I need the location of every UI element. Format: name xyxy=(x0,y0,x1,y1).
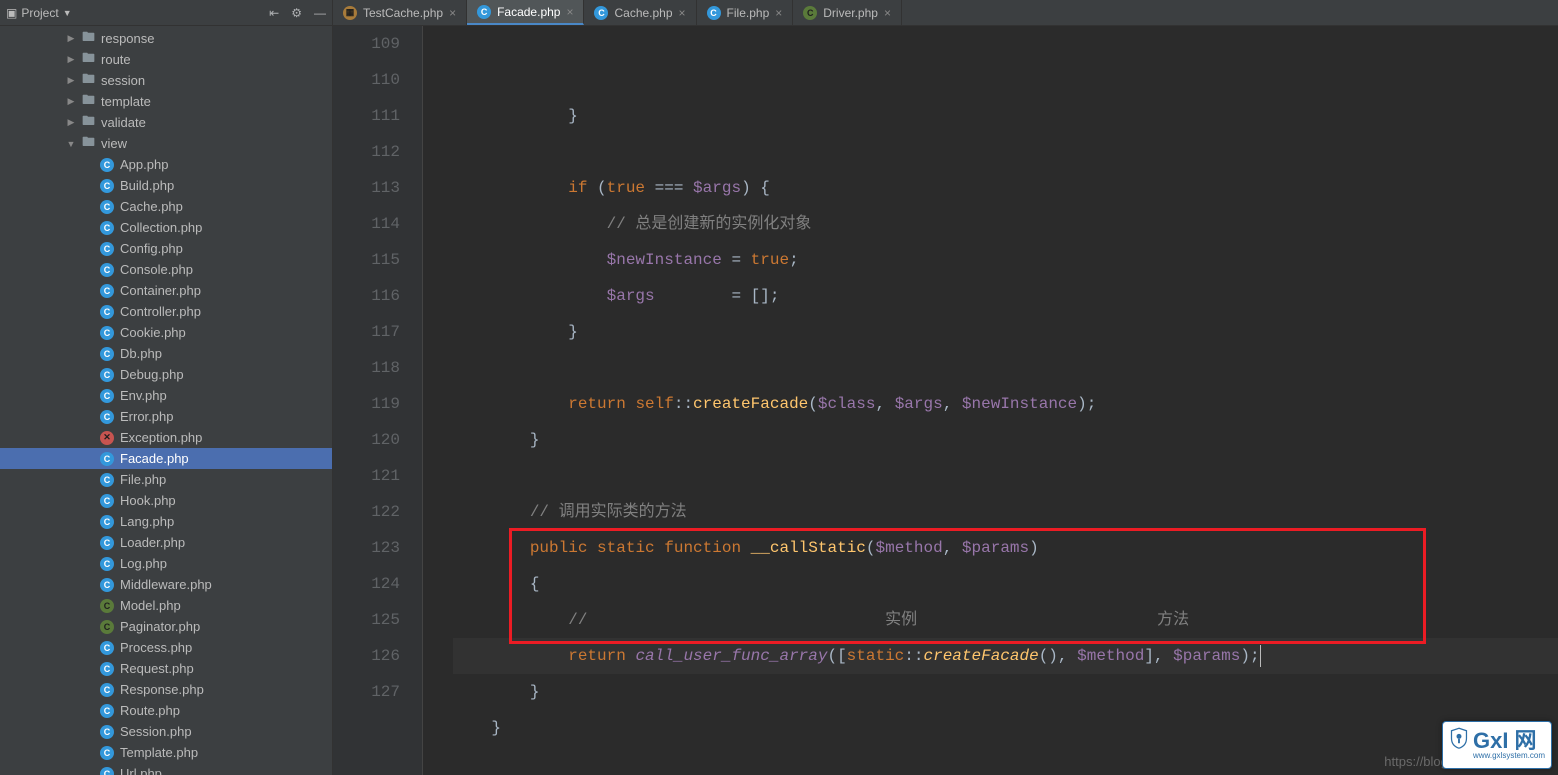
tab-Cache.php[interactable]: CCache.php× xyxy=(584,0,696,25)
code-line-118[interactable]: } xyxy=(453,422,1558,458)
close-icon[interactable]: × xyxy=(449,6,456,20)
tree-file-Debug.php[interactable]: CDebug.php xyxy=(0,364,332,385)
tree-file-Request.php[interactable]: CRequest.php xyxy=(0,658,332,679)
tree-file-Console.php[interactable]: CConsole.php xyxy=(0,259,332,280)
code-editor[interactable]: 1091101111121131141151161171181191201211… xyxy=(333,26,1558,775)
close-icon[interactable]: × xyxy=(775,6,782,20)
tree-file-Exception.php[interactable]: ✕Exception.php xyxy=(0,427,332,448)
tree-file-Hook.php[interactable]: CHook.php xyxy=(0,490,332,511)
tree-folder-route[interactable]: ▶🖿route xyxy=(0,49,332,70)
tree-file-Lang.php[interactable]: CLang.php xyxy=(0,511,332,532)
code-line-120[interactable]: // 调用实际类的方法 xyxy=(453,494,1558,530)
code-line-114[interactable]: $args = []; xyxy=(453,278,1558,314)
tab-Driver.php[interactable]: CDriver.php× xyxy=(793,0,902,25)
project-icon: ▣ xyxy=(6,6,17,20)
code-line-121[interactable]: public static function __callStatic($met… xyxy=(453,530,1558,566)
code-line-113[interactable]: $newInstance = true; xyxy=(453,242,1558,278)
tree-file-Url.php[interactable]: CUrl.php xyxy=(0,763,332,775)
code-line-126[interactable]: } xyxy=(453,710,1558,746)
tree-file-Middleware.php[interactable]: CMiddleware.php xyxy=(0,574,332,595)
code-line-111[interactable]: if (true === $args) { xyxy=(453,170,1558,206)
tree-file-Collection.php[interactable]: CCollection.php xyxy=(0,217,332,238)
tree-file-Loader.php[interactable]: CLoader.php xyxy=(0,532,332,553)
tab-Facade.php[interactable]: CFacade.php× xyxy=(467,0,584,25)
tab-File.php[interactable]: CFile.php× xyxy=(697,0,794,25)
shield-icon xyxy=(1449,727,1469,763)
tree-file-Controller.php[interactable]: CController.php xyxy=(0,301,332,322)
tree-file-Response.php[interactable]: CResponse.php xyxy=(0,679,332,700)
close-icon[interactable]: × xyxy=(884,6,891,20)
sidebar-header: ▣ Project ▼ ⇤ ⚙ — xyxy=(0,0,332,26)
tree-file-Process.php[interactable]: CProcess.php xyxy=(0,637,332,658)
tree-file-Paginator.php[interactable]: CPaginator.php xyxy=(0,616,332,637)
tree-folder-validate[interactable]: ▶🖿validate xyxy=(0,112,332,133)
site-logo: GxI 网 www.gxlsystem.com xyxy=(1442,721,1552,769)
tree-file-Template.php[interactable]: CTemplate.php xyxy=(0,742,332,763)
hide-icon[interactable]: — xyxy=(314,6,326,20)
tree-folder-session[interactable]: ▶🖿session xyxy=(0,70,332,91)
tree-folder-template[interactable]: ▶🖿template xyxy=(0,91,332,112)
logo-text-big: GxI 网 xyxy=(1473,730,1545,752)
editor-tabs: ▦TestCache.php×CFacade.php×CCache.php×CF… xyxy=(333,0,1558,26)
tree-file-App.php[interactable]: CApp.php xyxy=(0,154,332,175)
tree-file-Facade.php[interactable]: CFacade.php xyxy=(0,448,332,469)
tree-file-Db.php[interactable]: CDb.php xyxy=(0,343,332,364)
tree-file-Session.php[interactable]: CSession.php xyxy=(0,721,332,742)
code-line-125[interactable]: } xyxy=(453,674,1558,710)
tree-file-Container.php[interactable]: CContainer.php xyxy=(0,280,332,301)
code-line-122[interactable]: { xyxy=(453,566,1558,602)
sidebar-title: Project xyxy=(21,6,58,20)
tree-file-Build.php[interactable]: CBuild.php xyxy=(0,175,332,196)
tree-file-Route.php[interactable]: CRoute.php xyxy=(0,700,332,721)
tree-folder-view[interactable]: ▼🖿view xyxy=(0,133,332,154)
code-line-109[interactable]: } xyxy=(453,98,1558,134)
tree-file-Model.php[interactable]: CModel.php xyxy=(0,595,332,616)
project-sidebar: ▣ Project ▼ ⇤ ⚙ — ▶🖿response▶🖿route▶🖿ses… xyxy=(0,0,333,775)
code-line-112[interactable]: // 总是创建新的实例化对象 xyxy=(453,206,1558,242)
code-line-119[interactable] xyxy=(453,458,1558,494)
code-line-123[interactable]: // 实例 方法 xyxy=(453,602,1558,638)
code-line-110[interactable] xyxy=(453,134,1558,170)
close-icon[interactable]: × xyxy=(679,6,686,20)
code-content[interactable]: } if (true === $args) { // 总是创建新的实例化对象 $… xyxy=(423,26,1558,775)
tree-file-Config.php[interactable]: CConfig.php xyxy=(0,238,332,259)
editor-area: ▦TestCache.php×CFacade.php×CCache.php×CF… xyxy=(333,0,1558,775)
line-numbers: 1091101111121131141151161171181191201211… xyxy=(333,26,423,775)
dropdown-icon[interactable]: ▼ xyxy=(63,8,72,18)
gear-icon[interactable]: ⚙ xyxy=(291,6,302,20)
tree-file-Error.php[interactable]: CError.php xyxy=(0,406,332,427)
code-line-116[interactable] xyxy=(453,350,1558,386)
tree-file-Env.php[interactable]: CEnv.php xyxy=(0,385,332,406)
tree-file-File.php[interactable]: CFile.php xyxy=(0,469,332,490)
logo-text-small: www.gxlsystem.com xyxy=(1473,752,1545,760)
tree-file-Cookie.php[interactable]: CCookie.php xyxy=(0,322,332,343)
code-line-117[interactable]: return self::createFacade($class, $args,… xyxy=(453,386,1558,422)
tree-file-Cache.php[interactable]: CCache.php xyxy=(0,196,332,217)
tree-folder-response[interactable]: ▶🖿response xyxy=(0,28,332,49)
code-line-115[interactable]: } xyxy=(453,314,1558,350)
close-icon[interactable]: × xyxy=(566,5,573,19)
tree-file-Log.php[interactable]: CLog.php xyxy=(0,553,332,574)
collapse-icon[interactable]: ⇤ xyxy=(269,6,279,20)
project-tree[interactable]: ▶🖿response▶🖿route▶🖿session▶🖿template▶🖿va… xyxy=(0,26,332,775)
code-line-124[interactable]: return call_user_func_array([static::cre… xyxy=(453,638,1558,674)
tab-TestCache.php[interactable]: ▦TestCache.php× xyxy=(333,0,467,25)
